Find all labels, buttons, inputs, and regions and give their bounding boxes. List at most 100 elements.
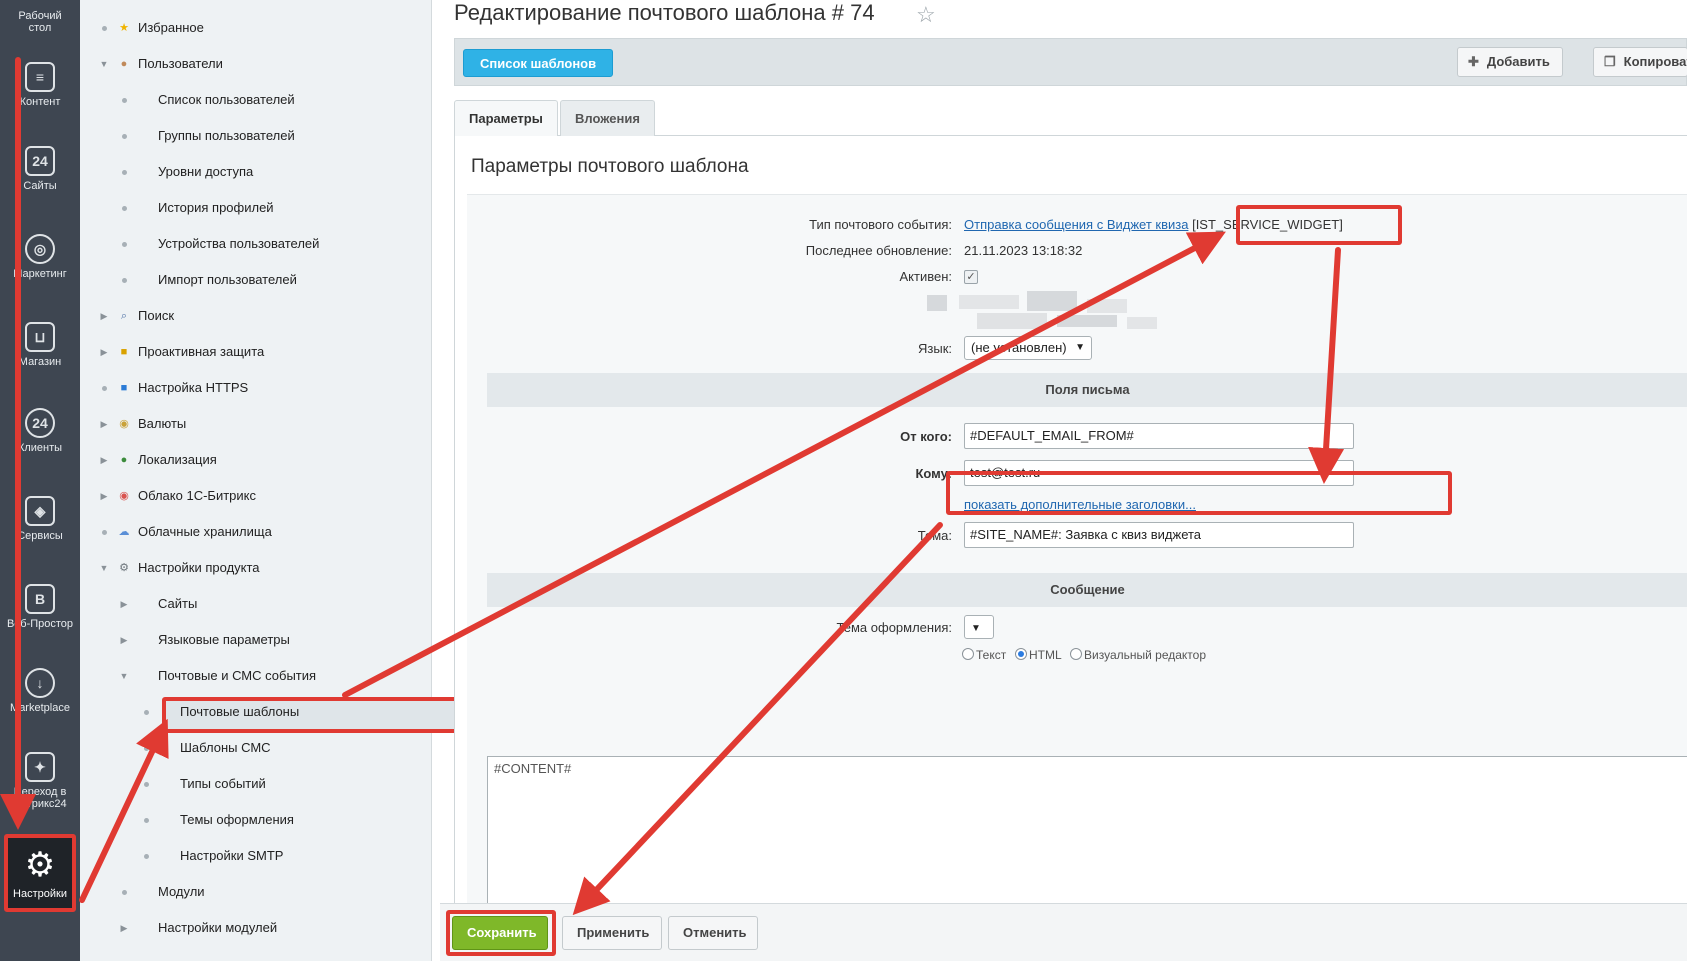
subject-label: Тема: [917,528,952,543]
rail-item-marketing[interactable]: ◎ Маркетинг [0,234,80,280]
gear-icon: ⚙ [119,562,129,574]
blurred-area [1027,291,1077,311]
tabs: Параметры Вложения [454,96,1687,137]
active-checkbox[interactable]: ✓ [964,270,978,284]
collapsed-arrow-icon[interactable]: ▶ [118,918,130,938]
clients-24-icon: 24 [25,408,55,438]
format-text-radio[interactable] [962,648,974,660]
format-html-label: HTML [1029,648,1062,662]
document-icon: ≡ [25,62,55,92]
blurred-area [977,313,1047,329]
rail-item-shop[interactable]: ⊔ Магазин [0,322,80,368]
rail-item-label: Маркетинг [13,268,67,280]
collapsed-arrow-icon[interactable]: ▶ [98,486,110,506]
copy-button[interactable]: ❐Копировать [1593,47,1687,77]
magnifier-icon: ⌕ [120,310,128,322]
language-label: Язык: [918,341,952,356]
tab-parameters[interactable]: Параметры [454,100,558,137]
collapsed-arrow-icon[interactable]: ▶ [98,342,110,362]
blurred-area [1127,317,1157,329]
rail-item-web-prostor[interactable]: B Веб-Простор [0,584,80,630]
rail-item-label: Магазин [18,356,62,368]
collapsed-arrow-icon[interactable]: ▶ [98,306,110,326]
message-body-textarea[interactable]: #CONTENT# [487,756,1687,907]
blurred-area [1087,299,1127,313]
target-icon: ◎ [25,234,55,264]
chevron-down-icon: ▼ [971,623,981,634]
cloud-download-icon: ↓ [25,668,55,698]
toolbar: Список шаблонов ✚Добавить ❐Копировать [454,38,1687,86]
template-list-button[interactable]: Список шаблонов [463,49,614,77]
letter-fields-header: Поля письма [487,373,1687,407]
theme-select[interactable]: ▼ [964,615,994,639]
tab-attachments[interactable]: Вложения [560,100,655,136]
calendar-24-icon: 24 [25,146,55,176]
lock-icon: ■ [120,346,128,358]
rail-item-label: Контент [19,96,61,108]
rail-item-clients[interactable]: 24 Клиенты [0,408,80,454]
apply-button[interactable]: Применить [562,916,662,950]
blurred-area [1057,315,1117,327]
to-label: Кому: [915,466,952,481]
cloud-icon: ◉ [119,490,129,502]
chevron-down-icon: ▼ [1075,342,1085,353]
subject-input[interactable]: #SITE_NAME#: Заявка с квиз виджета [964,522,1354,548]
expanded-arrow-icon[interactable]: ▼ [118,666,130,686]
left-rail: Рабочий стол ≡ Контент 24 Сайты ◎ Маркет… [0,0,80,961]
rail-item-label: Marketplace [10,702,70,714]
add-button[interactable]: ✚ Добавить [1457,47,1563,77]
from-input[interactable]: #DEFAULT_EMAIL_FROM# [964,423,1354,449]
user-icon: ● [120,58,128,70]
active-label: Активен: [899,269,952,284]
rail-item-services[interactable]: ◈ Сервисы [0,496,80,542]
expanded-arrow-icon[interactable]: ▼ [98,54,110,74]
panel-title: Параметры почтового шаблона [471,156,749,177]
rail-item-desktop[interactable]: Рабочий стол [0,10,80,34]
theme-label: Тема оформления: [836,620,952,635]
format-visual-label: Визуальный редактор [1084,648,1207,662]
format-visual-radio[interactable] [1070,648,1082,660]
collapsed-arrow-icon[interactable]: ▶ [118,630,130,650]
last-update-value: 21.11.2023 13:18:32 [964,243,1083,258]
rail-item-sites[interactable]: 24 Сайты [0,146,80,192]
rail-item-label: Веб-Простор [6,618,74,630]
rail-item-label: Клиенты [17,442,63,454]
rail-item-settings[interactable]: ⚙ Настройки [4,834,76,912]
save-button[interactable]: Сохранить [452,916,548,950]
collapsed-arrow-icon[interactable]: ▶ [98,450,110,470]
message-header: Сообщение [487,573,1687,607]
basket-icon: ⊔ [25,322,55,352]
gear-icon: ⚙ [24,846,56,884]
copy-icon: ❐ [1604,54,1616,69]
rail-item-marketplace[interactable]: ↓ Marketplace [0,668,80,714]
coin-icon: ◉ [119,418,129,430]
rail-item-label: Сервисы [17,530,63,542]
rail-item-label: Настройки [13,888,67,900]
rail-item-label: Рабочий стол [18,10,62,34]
expanded-arrow-icon[interactable]: ▼ [98,558,110,578]
parameters-panel: Параметры почтового шаблона Тип почтовог… [454,136,1687,907]
rail-item-label: Переход в Битрикс24 [13,786,67,810]
admin-menu-tree: ★ Избранное ▼ ● Пользователи Список пользов… [80,0,510,961]
format-html-radio[interactable] [1015,648,1027,660]
recipient-highlight [946,471,1452,515]
event-type-link[interactable]: Отправка сообщения с Виджет квиза [964,217,1188,232]
storage-icon: ☁ [118,526,130,538]
padlock-icon: ■ [120,382,128,394]
language-select[interactable]: (не установлен) ▼ [964,336,1092,360]
blurred-area [959,295,1019,309]
favorite-star-icon[interactable]: ☆ [916,2,936,28]
last-update-label: Последнее обновление: [805,243,952,258]
magic-wand-icon: ✦ [25,752,55,782]
rail-item-label: Сайты [23,180,57,192]
collapsed-arrow-icon[interactable]: ▶ [98,414,110,434]
rail-item-bitrix24[interactable]: ✦ Переход в Битрикс24 [0,752,80,810]
from-label: От кого: [900,429,952,444]
cancel-button[interactable]: Отменить [668,916,758,950]
event-code-highlight [1236,205,1402,245]
collapsed-arrow-icon[interactable]: ▶ [118,594,130,614]
rail-item-content[interactable]: ≡ Контент [0,62,80,108]
blurred-area [927,295,947,311]
event-type-label: Тип почтового события: [809,217,952,232]
page-title: Редактирование почтового шаблона # 74 [454,0,875,25]
